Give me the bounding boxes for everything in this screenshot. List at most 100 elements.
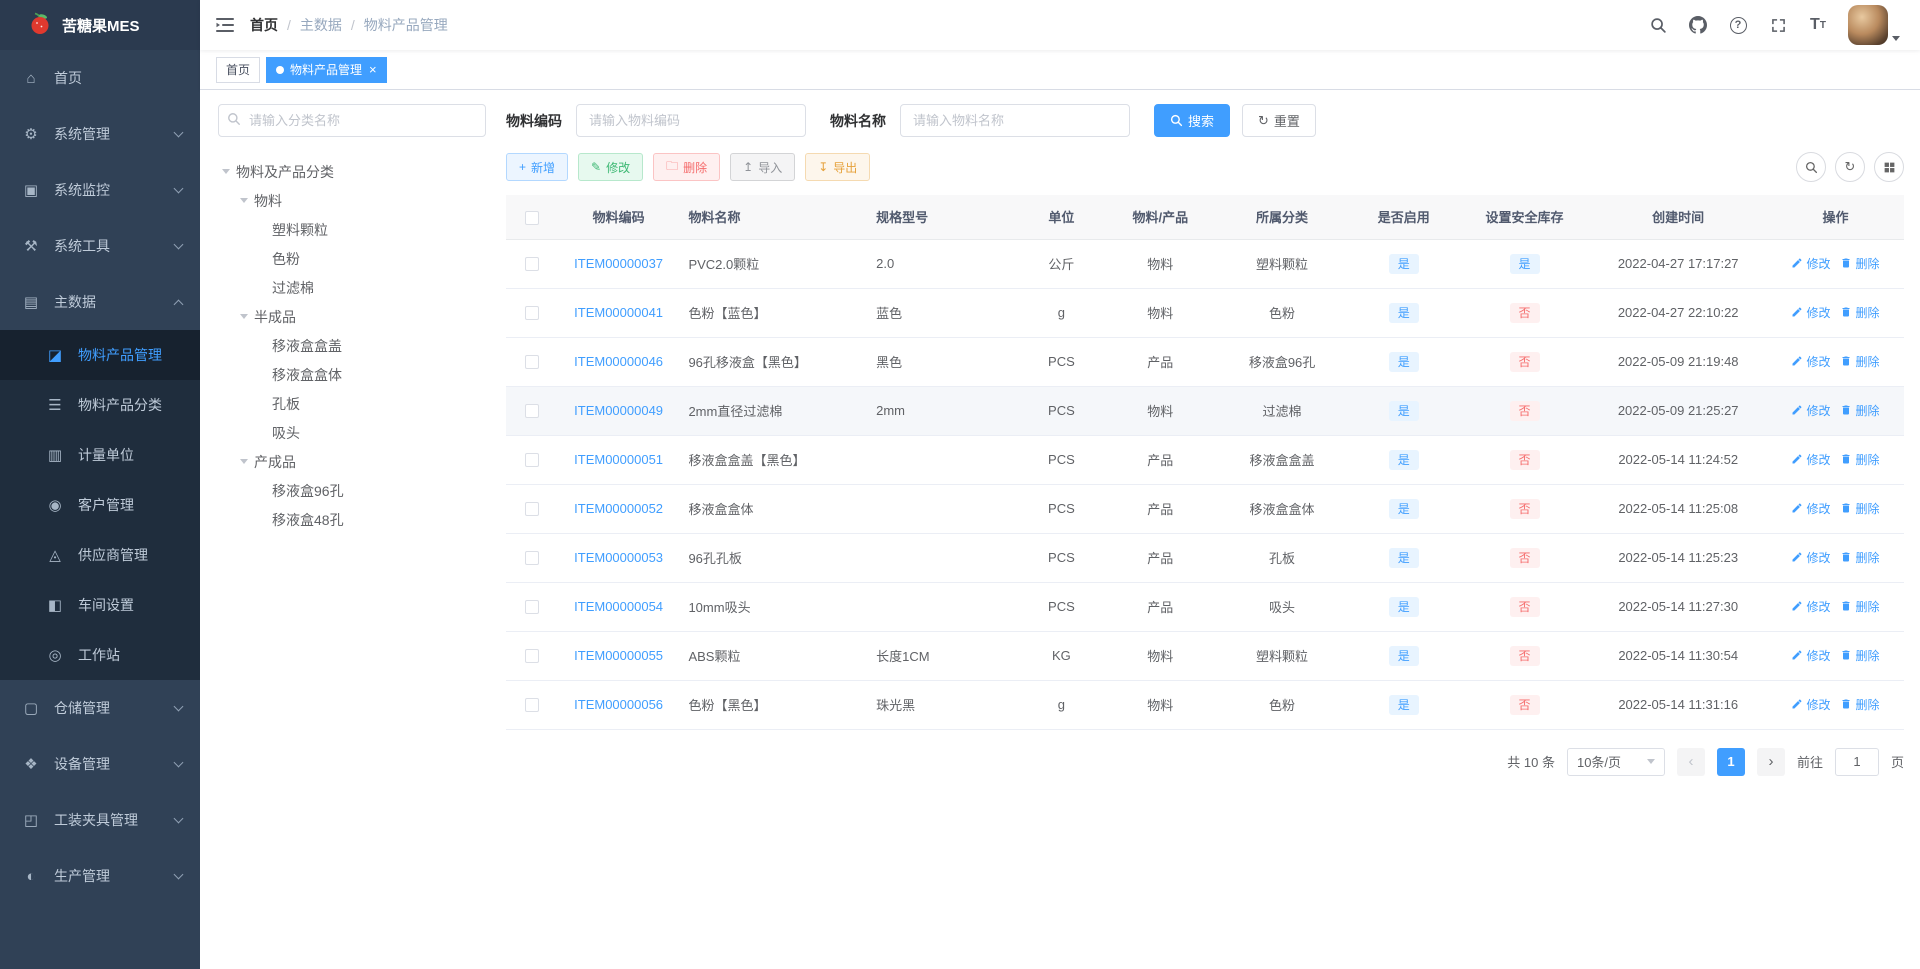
tree-node[interactable]: 半成品 (218, 302, 486, 331)
tree-node[interactable]: 移液盒96孔 (218, 476, 486, 505)
tree-node[interactable]: 移液盒盒体 (218, 360, 486, 389)
github-icon[interactable] (1682, 7, 1714, 43)
row-checkbox[interactable] (525, 551, 540, 566)
tree-node[interactable]: 色粉 (218, 244, 486, 273)
row-edit-link[interactable]: 修改 (1791, 402, 1830, 419)
row-checkbox[interactable] (525, 404, 540, 419)
table-row[interactable]: ITEM00000055 ABS颗粒 长度1CM KG 物料 塑料颗粒 是 否 2022-05-… (506, 631, 1904, 681)
row-checkbox[interactable] (525, 453, 540, 468)
row-checkbox[interactable] (525, 257, 540, 272)
sidebar-item-system-tools[interactable]: ⚒ 系统工具 (0, 218, 200, 274)
row-edit-link[interactable]: 修改 (1791, 451, 1830, 468)
goto-page-input[interactable] (1834, 747, 1879, 776)
tree-node[interactable]: 塑料颗粒 (218, 215, 486, 244)
table-row[interactable]: ITEM00000052 移液盒盒体 PCS 产品 移液盒盒体是否 2022-05-14 … (506, 484, 1904, 534)
search-icon[interactable] (1642, 7, 1674, 43)
user-menu[interactable] (1842, 5, 1906, 45)
page-size-select[interactable]: 10条/页 (1566, 747, 1665, 776)
select-all-checkbox[interactable] (525, 210, 540, 225)
close-icon[interactable]: × (369, 63, 377, 76)
tab-material-product-mgmt[interactable]: 物料产品管理 × (266, 56, 387, 83)
table-row[interactable]: ITEM00000041 色粉【蓝色】 蓝色 g 物料 色粉 是 否 2022-04-27 22… (506, 288, 1904, 338)
row-delete-link[interactable]: 删除 (1840, 696, 1879, 713)
item-code-link[interactable]: ITEM00000055 (574, 648, 663, 663)
row-edit-link[interactable]: 修改 (1791, 598, 1830, 615)
row-edit-link[interactable]: 修改 (1791, 696, 1830, 713)
sidebar-item-system-monitor[interactable]: ▣ 系统监控 (0, 162, 200, 218)
font-size-icon[interactable]: TT (1802, 7, 1834, 43)
table-row[interactable]: ITEM00000054 10mm吸头 PCS 产品 吸头 是 否 2022-05-14 11… (506, 582, 1904, 632)
sidebar-item-master-data[interactable]: ▤ 主数据 (0, 274, 200, 330)
tab-home[interactable]: 首页 (216, 56, 261, 83)
tree-node[interactable]: 过滤棉 (218, 273, 486, 302)
row-edit-link[interactable]: 修改 (1791, 304, 1830, 321)
sidebar-item-material-product-category[interactable]: ☰ 物料产品分类 (0, 380, 200, 430)
row-edit-link[interactable]: 修改 (1791, 647, 1830, 664)
sidebar-item-system-admin[interactable]: ⚙ 系统管理 (0, 106, 200, 162)
avatar[interactable] (1848, 5, 1888, 45)
row-checkbox[interactable] (525, 649, 540, 664)
sidebar-item-measure-unit[interactable]: ▥ 计量单位 (0, 430, 200, 480)
tree-node[interactable]: 吸头 (218, 418, 486, 447)
item-code-link[interactable]: ITEM00000054 (574, 599, 663, 614)
item-code-link[interactable]: ITEM00000041 (574, 305, 663, 320)
row-checkbox[interactable] (525, 698, 540, 713)
sidebar-item-workshop-settings[interactable]: ◧ 车间设置 (0, 580, 200, 630)
table-row[interactable]: ITEM00000037 PVC2.0颗粒 2.0 公斤 物料 塑料颗粒 是 是 2022-04… (506, 239, 1904, 289)
reset-button[interactable]: ↻ 重置 (1242, 104, 1316, 137)
row-edit-link[interactable]: 修改 (1791, 353, 1830, 370)
row-edit-link[interactable]: 修改 (1791, 255, 1830, 272)
sidebar-item-production-mgmt[interactable]: ◐ 生产管理 (0, 848, 200, 904)
item-code-link[interactable]: ITEM00000056 (574, 697, 663, 712)
row-delete-link[interactable]: 删除 (1840, 451, 1879, 468)
table-row[interactable]: ITEM00000046 96孔移液盒【黑色】 黑色 PCS 产品 移液盒96孔 是 否 202… (506, 337, 1904, 387)
sidebar-item-workstation[interactable]: ◎ 工作站 (0, 630, 200, 680)
sidebar-item-material-product-mgmt[interactable]: ◪ 物料产品管理 (0, 330, 200, 380)
page-number-1[interactable]: 1 (1716, 747, 1745, 776)
table-row[interactable]: ITEM00000056 色粉【黑色】 珠光黑 g 物料 色粉 是 否 2022-05-14 1… (506, 680, 1904, 730)
row-checkbox[interactable] (525, 355, 540, 370)
caret-expanded-icon[interactable] (240, 459, 248, 464)
row-checkbox[interactable] (525, 306, 540, 321)
row-delete-link[interactable]: 删除 (1840, 402, 1879, 419)
tree-node[interactable]: 物料 (218, 186, 486, 215)
item-code-link[interactable]: ITEM00000049 (574, 403, 663, 418)
sidebar-item-supplier-mgmt[interactable]: ◬ 供应商管理 (0, 530, 200, 580)
item-code-link[interactable]: ITEM00000046 (574, 354, 663, 369)
edit-button[interactable]: ✎ 修改 (578, 153, 644, 181)
sidebar-item-home[interactable]: ⌂ 首页 (0, 50, 200, 106)
next-page-button[interactable]: › (1756, 747, 1785, 776)
row-checkbox[interactable] (525, 600, 540, 615)
table-row[interactable]: ITEM00000049 2mm直径过滤棉 2mm PCS 物料 过滤棉 是 否 2022-05… (506, 386, 1904, 436)
breadcrumb-item[interactable]: 首页 (250, 15, 278, 35)
category-search-input[interactable] (218, 104, 486, 137)
item-code-link[interactable]: ITEM00000037 (574, 256, 663, 271)
sidebar-toggle-icon[interactable] (200, 0, 250, 50)
caret-expanded-icon[interactable] (240, 198, 248, 203)
tree-node[interactable]: 产成品 (218, 447, 486, 476)
row-delete-link[interactable]: 删除 (1840, 598, 1879, 615)
sidebar-item-fixture-mgmt[interactable]: ◰ 工装夹具管理 (0, 792, 200, 848)
row-delete-link[interactable]: 删除 (1840, 549, 1879, 566)
sidebar-item-warehouse-mgmt[interactable]: ▢ 仓储管理 (0, 680, 200, 736)
tree-node[interactable]: 物料及产品分类 (218, 157, 486, 186)
row-delete-link[interactable]: 删除 (1840, 500, 1879, 517)
table-row[interactable]: ITEM00000053 96孔孔板 PCS 产品 孔板 是 否 2022-05-14 11:… (506, 533, 1904, 583)
item-code-link[interactable]: ITEM00000051 (574, 452, 663, 467)
caret-expanded-icon[interactable] (240, 314, 248, 319)
fullscreen-icon[interactable] (1762, 7, 1794, 43)
toggle-search-icon[interactable] (1796, 152, 1826, 182)
columns-icon[interactable] (1874, 152, 1904, 182)
sidebar-item-device-mgmt[interactable]: ❖ 设备管理 (0, 736, 200, 792)
export-button[interactable]: ↧ 导出 (805, 153, 871, 181)
row-delete-link[interactable]: 删除 (1840, 304, 1879, 321)
tree-node[interactable]: 孔板 (218, 389, 486, 418)
item-code-link[interactable]: ITEM00000053 (574, 550, 663, 565)
row-edit-link[interactable]: 修改 (1791, 500, 1830, 517)
material-name-input[interactable] (900, 104, 1130, 137)
search-button[interactable]: 搜索 (1154, 104, 1231, 137)
table-row[interactable]: ITEM00000051 移液盒盒盖【黑色】 PCS 产品 移液盒盒盖 是 否 2022-05… (506, 435, 1904, 485)
item-code-link[interactable]: ITEM00000052 (574, 501, 663, 516)
delete-button[interactable]: 🗀 删除 (653, 153, 721, 181)
row-checkbox[interactable] (525, 502, 540, 517)
